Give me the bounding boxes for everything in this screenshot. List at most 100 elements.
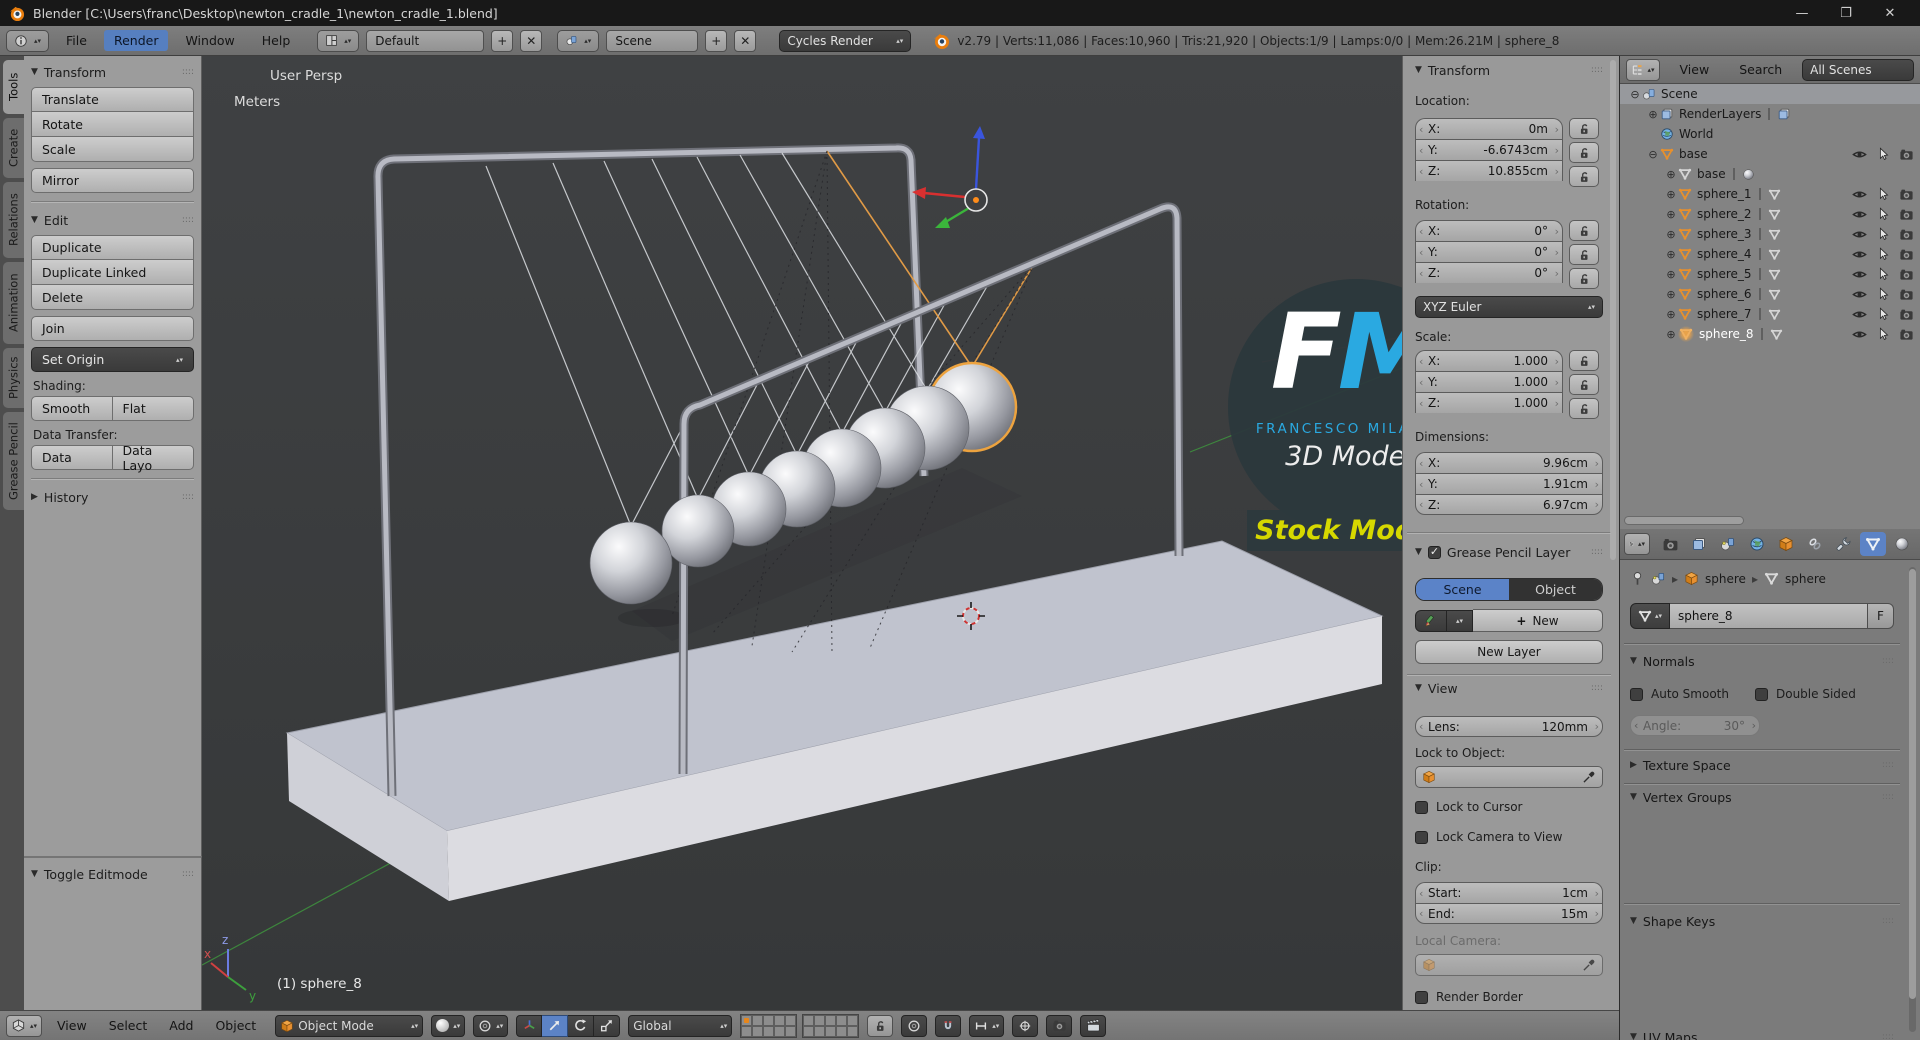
panel-grip-icon[interactable] <box>1882 792 1894 802</box>
transform-manipulator[interactable] <box>912 126 988 228</box>
panel-header-shape-keys[interactable]: ▼ Shape Keys <box>1630 911 1894 931</box>
panel-header-history[interactable]: ▶ History <box>31 487 194 507</box>
tab-physics[interactable]: Physics <box>3 348 24 408</box>
expand-icon[interactable]: ⊕ <box>1664 268 1678 281</box>
add-layout-button[interactable]: + <box>491 29 514 52</box>
visibility-eye-icon[interactable] <box>1852 247 1867 262</box>
tab-modifiers[interactable] <box>1831 532 1857 556</box>
selectability-pointer-icon[interactable] <box>1876 147 1890 161</box>
outliner-row-world[interactable]: World <box>1620 124 1920 144</box>
manipulator-rotate-button[interactable] <box>568 1014 595 1037</box>
rotation-x-field[interactable]: X:0° <box>1415 220 1563 241</box>
selectability-pointer-icon[interactable] <box>1876 207 1890 221</box>
snap-element-select[interactable]: ▴▾ <box>969 1014 1005 1037</box>
manipulator-translate-button[interactable] <box>542 1014 569 1037</box>
visibility-eye-icon[interactable] <box>1852 207 1867 222</box>
eyedropper-icon[interactable] <box>1582 770 1596 784</box>
outliner-row-sphere[interactable]: ⊕ sphere_2 <box>1620 204 1920 224</box>
expand-icon[interactable]: ⊕ <box>1646 108 1660 121</box>
lock-icon[interactable] <box>1569 220 1599 241</box>
mode-select[interactable]: Object Mode ▴▾ <box>275 1014 424 1037</box>
data-layout-button[interactable]: Data Layo <box>112 443 194 473</box>
expand-icon[interactable]: ⊕ <box>1664 308 1678 321</box>
delete-button[interactable]: Delete <box>31 285 194 310</box>
transform-orientation-select[interactable]: Global ▴▾ <box>628 1014 733 1037</box>
lock-icon[interactable] <box>1569 118 1599 139</box>
double-sided-checkbox[interactable] <box>1754 687 1768 701</box>
breadcrumb-object[interactable]: sphere <box>1705 572 1746 586</box>
add-scene-button[interactable]: + <box>705 29 728 52</box>
renderability-camera-icon[interactable] <box>1899 287 1914 302</box>
scene-icon-button[interactable]: ▴▾ <box>557 29 600 52</box>
lock-icon[interactable] <box>1569 350 1599 371</box>
properties-scrollbar[interactable] <box>1909 567 1916 1032</box>
angle-field[interactable]: Angle:30° <box>1630 715 1760 736</box>
panel-header-transform-n[interactable]: ▼ Transform <box>1415 60 1603 80</box>
rotation-z-field[interactable]: Z:0° <box>1415 262 1563 283</box>
outliner-row-sphere[interactable]: ⊕ sphere_5 <box>1620 264 1920 284</box>
screen-layout-field[interactable]: Default <box>366 29 485 52</box>
menu-select[interactable]: Select <box>102 1015 155 1036</box>
lock-icon[interactable] <box>1569 166 1599 187</box>
panel-header-uv-maps[interactable]: ▼ UV Maps <box>1630 1027 1894 1040</box>
tab-tools[interactable]: Tools <box>3 60 24 114</box>
dimension-x-field[interactable]: X:9.96cm <box>1415 452 1603 473</box>
expand-icon[interactable]: ⊕ <box>1664 328 1678 341</box>
expand-icon[interactable]: ⊕ <box>1664 208 1678 221</box>
datablock-type-dropdown[interactable]: ▴▾ <box>1630 603 1670 629</box>
outliner-menu-view[interactable]: View <box>1670 59 1720 80</box>
panel-header-normals[interactable]: ▼ Normals <box>1630 651 1894 671</box>
shade-smooth-button[interactable]: Smooth <box>31 396 113 421</box>
lock-icon[interactable] <box>1569 244 1599 265</box>
new-layer-button[interactable]: New Layer <box>1415 640 1603 664</box>
panel-header-view[interactable]: ▼ View <box>1415 678 1603 698</box>
render-border-checkbox[interactable] <box>1415 990 1428 1004</box>
tab-relations[interactable]: Relations <box>3 182 24 258</box>
tab-render-layers[interactable] <box>1686 532 1712 556</box>
outliner-row-sphere[interactable]: ⊕ sphere_6 <box>1620 284 1920 304</box>
outliner-row-scene[interactable]: ⊖ Scene <box>1620 84 1920 104</box>
fake-user-button[interactable]: F <box>1868 603 1894 629</box>
outliner-horizontal-scrollbar[interactable] <box>1624 516 1744 525</box>
menu-object[interactable]: Object <box>208 1015 263 1036</box>
panel-grip-icon[interactable] <box>1882 760 1894 770</box>
screen-layout-icon-button[interactable]: ▴▾ <box>317 29 360 52</box>
editor-type-button-info[interactable]: ▴▾ <box>6 29 50 52</box>
minimize-button[interactable]: — <box>1780 0 1824 26</box>
duplicate-button[interactable]: Duplicate <box>31 235 194 260</box>
renderability-camera-icon[interactable] <box>1899 227 1914 242</box>
tab-create[interactable]: Create <box>3 118 24 178</box>
new-grease-pencil-button[interactable]: + New <box>1473 609 1603 632</box>
lock-camera-checkbox[interactable] <box>1415 830 1428 844</box>
tab-animation[interactable]: Animation <box>3 262 24 344</box>
menu-window[interactable]: Window <box>175 30 244 51</box>
lock-to-scene-button[interactable] <box>867 1014 894 1037</box>
selectability-pointer-icon[interactable] <box>1876 307 1890 321</box>
expand-icon[interactable]: ⊕ <box>1664 168 1678 181</box>
visibility-eye-icon[interactable] <box>1852 307 1867 322</box>
render-engine-select[interactable]: Cycles Render ▴▾ <box>779 29 912 52</box>
panel-grip-icon[interactable] <box>1882 916 1894 926</box>
close-button[interactable]: ✕ <box>1868 0 1912 26</box>
panel-grip-icon[interactable] <box>182 67 194 77</box>
visibility-eye-icon[interactable] <box>1852 267 1867 282</box>
layers-group-1[interactable] <box>740 1013 798 1038</box>
renderability-camera-icon[interactable] <box>1899 307 1914 322</box>
outliner-display-filter[interactable]: All Scenes <box>1802 58 1914 81</box>
location-y-field[interactable]: Y:-6.6743cm <box>1415 139 1563 160</box>
panel-grip-icon[interactable] <box>1591 683 1603 693</box>
visibility-eye-icon[interactable] <box>1852 227 1867 242</box>
pencil-dropdown[interactable]: ▴▾ <box>1447 609 1473 632</box>
clip-end-field[interactable]: End:15m <box>1415 903 1603 924</box>
manipulator-axis-button[interactable] <box>516 1014 543 1037</box>
outliner-row-sphere[interactable]: ⊕ sphere_7 <box>1620 304 1920 324</box>
menu-add[interactable]: Add <box>162 1015 200 1036</box>
dimension-z-field[interactable]: Z:6.97cm <box>1415 494 1603 515</box>
panel-header-grease-pencil[interactable]: ▼Grease Pencil Layer <box>1415 542 1603 562</box>
lock-to-cursor-checkbox[interactable] <box>1415 800 1428 814</box>
shade-flat-button[interactable]: Flat <box>112 396 194 421</box>
selectability-pointer-icon[interactable] <box>1876 287 1890 301</box>
lock-to-object-field[interactable] <box>1415 766 1603 788</box>
pin-icon[interactable] <box>1630 571 1645 586</box>
renderability-camera-icon[interactable] <box>1899 327 1914 342</box>
